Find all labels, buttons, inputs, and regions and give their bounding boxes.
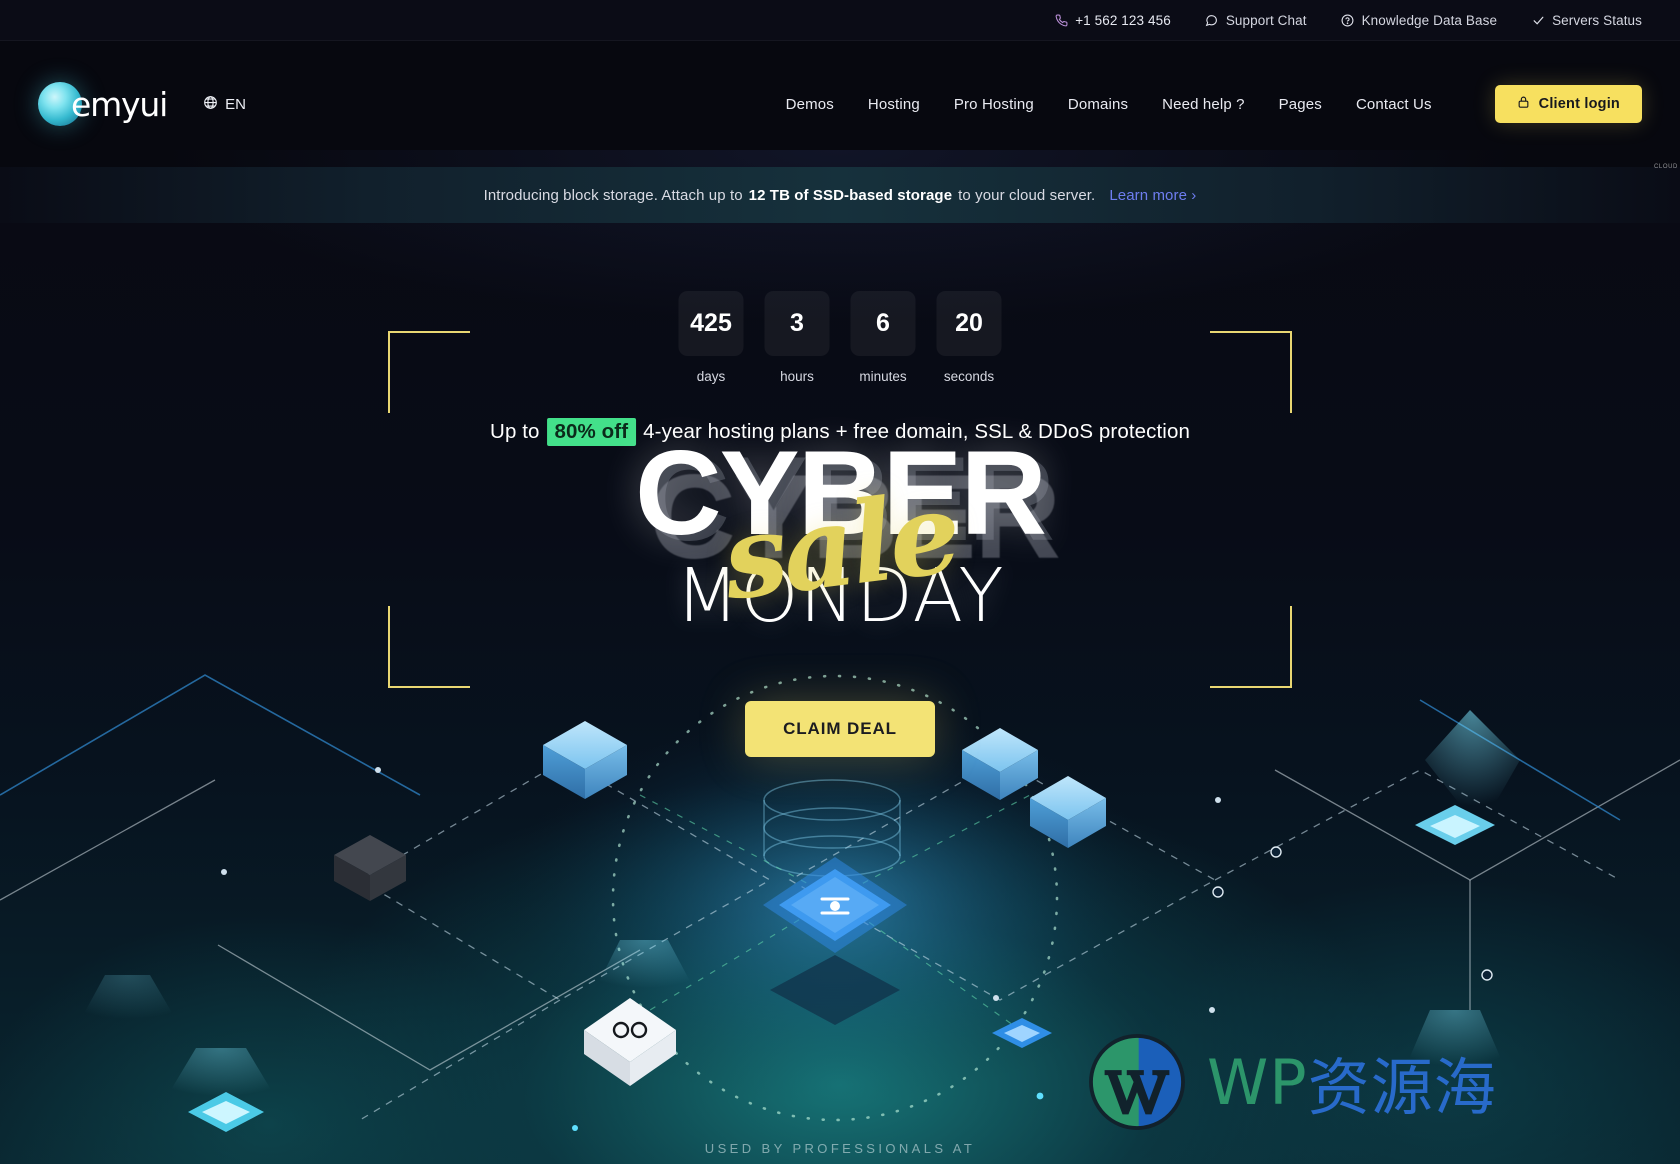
countdown-cell-minutes: 6 minutes: [850, 291, 916, 384]
countdown-cell-hours: 3 hours: [764, 291, 830, 384]
bracket-top-right: [1210, 331, 1292, 413]
site-logo[interactable]: emyui CLOUD: [38, 82, 1677, 170]
announcement-bar: Introducing block storage. Attach up to …: [0, 167, 1680, 223]
topbar-item-servers-status[interactable]: Servers Status: [1531, 13, 1642, 28]
announcement-text-before: Introducing block storage. Attach up to: [483, 186, 743, 204]
chat-bubble-icon: [1205, 13, 1219, 27]
countdown-cell-days: 425 days: [678, 291, 744, 384]
claim-deal-button[interactable]: CLAIM DEAL: [745, 701, 935, 757]
hero-section: 425 days 3 hours 6 minutes 20 seconds Up…: [0, 223, 1680, 1164]
main-navigation: emyui CLOUD EN Demos Hosting Pro Hosting…: [0, 41, 1680, 170]
question-circle-icon: [1341, 13, 1355, 27]
logo-subtitle: CLOUD: [1653, 164, 1678, 170]
countdown-value-days: 425: [678, 291, 744, 356]
countdown-value-hours: 3: [764, 291, 830, 356]
announcement-text-bold: 12 TB of SSD-based storage: [748, 186, 953, 204]
wordpress-icon: [1085, 1030, 1189, 1134]
bracket-top-left: [388, 331, 470, 413]
countdown-label-minutes: minutes: [859, 369, 907, 384]
topbar-phone-label: +1 562 123 456: [1075, 12, 1171, 28]
globe-icon: [203, 95, 218, 114]
topbar-item-phone[interactable]: +1 562 123 456: [1054, 13, 1171, 28]
nav-link-pro-hosting[interactable]: Pro Hosting: [937, 96, 1051, 113]
countdown-label-seconds: seconds: [943, 369, 995, 384]
client-login-button[interactable]: Client login: [1494, 85, 1642, 123]
client-login-label: Client login: [1538, 96, 1620, 112]
topbar-knowledge-base-label: Knowledge Data Base: [1361, 12, 1498, 28]
wp-resource-watermark: WP 资源海: [1085, 1030, 1497, 1134]
topbar-item-support-chat[interactable]: Support Chat: [1205, 13, 1307, 28]
nav-link-domains[interactable]: Domains: [1051, 96, 1145, 113]
nav-link-contact-us[interactable]: Contact Us: [1339, 96, 1449, 113]
countdown-value-minutes: 6: [850, 291, 916, 356]
nav-links: Demos Hosting Pro Hosting Domains Need h…: [769, 96, 1449, 113]
logo-text: emyui: [71, 84, 168, 124]
used-by-professionals-label: USED BY PROFESSIONALS AT: [704, 1141, 976, 1156]
language-selector[interactable]: EN: [203, 95, 246, 114]
nav-link-need-help[interactable]: Need help ?: [1145, 96, 1262, 113]
nav-link-demos[interactable]: Demos: [769, 96, 851, 113]
watermark-text-cn: 资源海: [1307, 1051, 1497, 1124]
page-root: +1 562 123 456 Support Chat Knowledge Da…: [0, 0, 1680, 1164]
countdown-timer: 425 days 3 hours 6 minutes 20 seconds: [678, 291, 1002, 384]
language-label: EN: [225, 95, 246, 113]
lock-icon: [1517, 95, 1530, 113]
countdown-cell-seconds: 20 seconds: [936, 291, 1002, 384]
cyber-monday-title: CYBER CYBER MONDAY sale: [530, 433, 1150, 663]
topbar-servers-status-label: Servers Status: [1552, 12, 1642, 28]
nav-link-hosting[interactable]: Hosting: [851, 96, 937, 113]
topbar-item-knowledge-base[interactable]: Knowledge Data Base: [1341, 13, 1498, 28]
countdown-label-days: days: [696, 369, 726, 384]
announcement-learn-more-link[interactable]: Learn more ›: [1109, 187, 1196, 204]
topbar-support-chat-label: Support Chat: [1225, 12, 1307, 28]
watermark-text-en: WP: [1207, 1045, 1308, 1119]
phone-icon: [1054, 13, 1068, 27]
countdown-label-hours: hours: [780, 369, 814, 384]
top-utility-bar: +1 562 123 456 Support Chat Knowledge Da…: [0, 0, 1680, 41]
check-icon: [1531, 13, 1545, 27]
bracket-bottom-right: [1210, 606, 1292, 688]
countdown-value-seconds: 20: [936, 291, 1002, 356]
announcement-text-after: to your cloud server.: [958, 186, 1096, 204]
watermark-text: WP 资源海: [1207, 1037, 1497, 1127]
bracket-bottom-left: [388, 606, 470, 688]
nav-link-pages[interactable]: Pages: [1262, 96, 1339, 113]
